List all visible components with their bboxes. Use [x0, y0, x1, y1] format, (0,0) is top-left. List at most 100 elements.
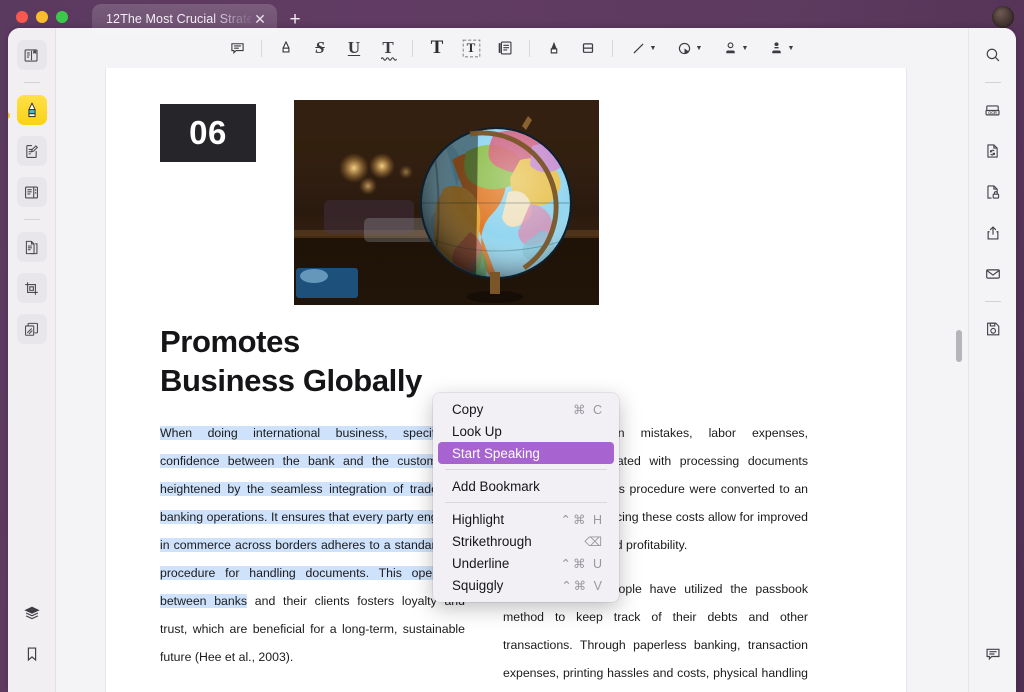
active-indicator-dot — [8, 112, 10, 119]
sidebar-item-organize[interactable] — [16, 314, 47, 344]
shape-tool[interactable]: ▼ — [666, 33, 712, 63]
menu-item-label: Underline — [452, 555, 510, 571]
note-edit-icon — [26, 144, 39, 158]
sidebar-item-bookmarks[interactable] — [17, 639, 47, 669]
comment-box-icon — [230, 42, 244, 54]
title-line-2: Business Globally — [160, 362, 422, 398]
tab-document[interactable]: 12The Most Crucial Strateg ✕ — [92, 4, 277, 34]
ocr-tool[interactable]: OCR — [978, 95, 1008, 125]
comment-tool[interactable] — [220, 33, 254, 63]
file-sync-icon — [986, 144, 998, 158]
sidebar-item-annotate[interactable] — [16, 136, 47, 166]
line-icon — [633, 42, 644, 54]
maximize-window-button[interactable] — [56, 11, 68, 23]
textbox-tool[interactable]: T — [454, 33, 488, 63]
highlighter-icon — [27, 102, 36, 118]
text-icon: T — [430, 37, 444, 58]
textbox-icon: T — [462, 39, 481, 58]
menu-item-shortcut: ⌫ — [584, 534, 604, 549]
crop-icon — [25, 281, 38, 295]
stack-icon — [23, 606, 40, 620]
menu-item-look-up[interactable]: Look Up — [438, 420, 614, 442]
sidebar-item-highlighter[interactable] — [16, 95, 47, 125]
new-tab-button[interactable]: + — [277, 4, 313, 34]
scrollbar-thumb[interactable] — [956, 330, 962, 362]
menu-item-shortcut: ⌃⌘ H — [560, 512, 604, 527]
stamp-icon — [725, 41, 735, 53]
shape-icon — [678, 42, 690, 54]
strikethrough-tool[interactable]: S — [303, 33, 337, 63]
share-tool[interactable] — [978, 218, 1008, 248]
page-viewport[interactable]: 06 Promotes Business Globally When doing… — [56, 68, 968, 692]
left-text-column: When doing international business, speci… — [160, 419, 465, 692]
menu-item-highlight[interactable]: Highlight ⌃⌘ H — [438, 508, 614, 530]
menu-item-strikethrough[interactable]: Strikethrough ⌫ — [438, 530, 614, 552]
email-tool[interactable] — [978, 259, 1008, 289]
vertical-scrollbar[interactable] — [954, 68, 964, 692]
pen-icon — [550, 41, 558, 54]
annotation-toolbar: S U T T T ▼ ▼ ▼ ▼ — [56, 28, 968, 68]
pen-tool[interactable] — [537, 33, 571, 63]
menu-item-add-bookmark[interactable]: Add Bookmark — [438, 475, 614, 497]
context-menu[interactable]: Copy ⌘ C Look Up Start Speaking Add Book… — [433, 393, 619, 602]
squiggle-underline — [381, 57, 398, 61]
toolbar-separator-3 — [529, 39, 530, 57]
window-controls — [0, 11, 92, 23]
menu-item-squiggly[interactable]: Squiggly ⌃⌘ V — [438, 574, 614, 596]
squiggly-tool[interactable]: T — [371, 33, 405, 63]
minimize-window-button[interactable] — [36, 11, 48, 23]
sidebar-item-reader[interactable] — [16, 40, 47, 70]
toolbar-separator-1 — [261, 39, 262, 57]
right-sidebar: OCR — [968, 28, 1016, 692]
menu-item-underline[interactable]: Underline ⌃⌘ U — [438, 552, 614, 574]
close-icon[interactable]: ✕ — [251, 10, 269, 28]
hero-image-globe — [294, 100, 599, 305]
paragraph-selected[interactable]: When doing international business, speci… — [160, 419, 465, 671]
signature-icon — [771, 41, 781, 53]
tab-strip: 12The Most Crucial Strateg ✕ + — [92, 0, 313, 34]
protect-tool[interactable] — [978, 177, 1008, 207]
menu-item-label: Copy — [452, 401, 484, 417]
comment-icon — [985, 648, 1000, 661]
globe-photo-illustration — [294, 100, 599, 305]
search-tool[interactable] — [978, 40, 1008, 70]
chevron-down-icon: ▼ — [741, 44, 749, 52]
menu-item-label: Look Up — [452, 423, 502, 439]
stamp-tool[interactable]: ▼ — [712, 33, 758, 63]
note-tool[interactable] — [488, 33, 522, 63]
highlight-tool[interactable] — [269, 33, 303, 63]
highlighter-icon — [282, 41, 290, 53]
search-icon — [986, 48, 999, 62]
sidebar-item-crop[interactable] — [16, 273, 47, 303]
comments-panel[interactable] — [978, 639, 1008, 669]
text-tool[interactable]: T — [420, 33, 454, 63]
line-tool[interactable]: ▼ — [620, 33, 666, 63]
sidebar-item-pages[interactable] — [16, 232, 47, 262]
app-window: 12The Most Crucial Strateg ✕ + S U T T T… — [0, 0, 1024, 692]
eraser-tool[interactable] — [571, 33, 605, 63]
bookmark-icon — [27, 647, 36, 662]
convert-tool[interactable] — [978, 136, 1008, 166]
share-upload-icon — [987, 226, 998, 240]
underline-icon: U — [347, 38, 361, 57]
title-line-1: Promotes — [160, 324, 300, 359]
pages-icon — [25, 240, 38, 254]
save-tool[interactable] — [978, 314, 1008, 344]
signature-tool[interactable]: ▼ — [758, 33, 804, 63]
menu-item-label: Add Bookmark — [452, 478, 540, 494]
menu-item-label: Start Speaking — [452, 445, 540, 461]
close-window-button[interactable] — [16, 11, 28, 23]
underline-tool[interactable]: U — [337, 33, 371, 63]
menu-item-label: Strikethrough — [452, 533, 532, 549]
menu-item-start-speaking[interactable]: Start Speaking — [438, 442, 614, 464]
avatar[interactable] — [992, 6, 1014, 28]
selected-text[interactable]: When doing international business, speci… — [160, 425, 465, 608]
strikethrough-icon: S — [315, 38, 325, 57]
rail-divider-1 — [23, 82, 40, 83]
sidebar-item-layers[interactable] — [17, 598, 47, 628]
left-sidebar — [8, 28, 56, 692]
menu-item-copy[interactable]: Copy ⌘ C — [438, 398, 614, 420]
menu-item-shortcut: ⌘ C — [573, 402, 604, 417]
chevron-down-icon: ▼ — [649, 44, 657, 52]
sidebar-item-outline[interactable] — [16, 177, 47, 207]
